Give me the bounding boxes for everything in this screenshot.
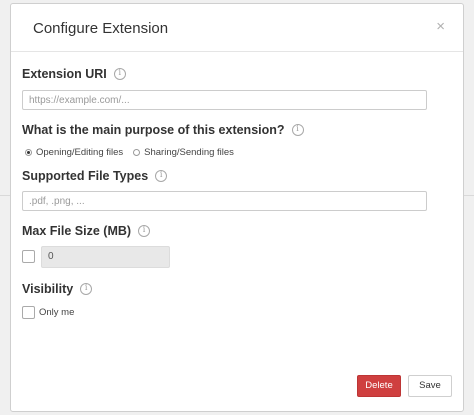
info-icon[interactable]	[80, 283, 93, 295]
max-file-size-checkbox[interactable]	[22, 250, 35, 263]
only-me-checkbox[interactable]	[22, 306, 35, 319]
save-button[interactable]: Save	[408, 375, 452, 397]
info-icon[interactable]	[138, 225, 151, 237]
dialog-header: Configure Extension ×	[11, 4, 463, 52]
extension-uri-label: Extension URI	[22, 67, 126, 81]
radio-sharing-sending-label[interactable]: Sharing/Sending files	[144, 147, 234, 158]
purpose-label-text: What is the main purpose of this extensi…	[22, 123, 285, 137]
extension-uri-label-text: Extension URI	[22, 67, 107, 81]
info-icon[interactable]	[291, 124, 304, 136]
radio-opening-editing-label[interactable]: Opening/Editing files	[36, 147, 123, 158]
max-file-size-label-text: Max File Size (MB)	[22, 224, 132, 238]
file-types-label: Supported File Types	[22, 169, 168, 183]
info-icon[interactable]	[155, 170, 168, 182]
configure-extension-dialog: Configure Extension × Extension URI What…	[10, 3, 464, 412]
dialog-title: Configure Extension	[33, 20, 169, 37]
visibility-label: Visibility	[22, 282, 93, 296]
file-types-label-text: Supported File Types	[22, 169, 149, 183]
only-me-label[interactable]: Only me	[39, 307, 74, 318]
purpose-label: What is the main purpose of this extensi…	[22, 123, 304, 137]
radio-sharing-sending[interactable]	[133, 149, 141, 156]
extension-uri-input[interactable]	[22, 90, 427, 110]
file-types-input[interactable]	[22, 191, 427, 211]
visibility-label-text: Visibility	[22, 282, 74, 296]
max-file-size-input[interactable]: 0	[41, 246, 170, 268]
close-icon[interactable]: ×	[436, 18, 445, 36]
delete-button[interactable]: Delete	[357, 375, 401, 397]
max-file-size-label: Max File Size (MB)	[22, 224, 151, 238]
purpose-radio-group: Opening/Editing files Sharing/Sending fi…	[25, 147, 234, 158]
radio-opening-editing[interactable]	[25, 149, 32, 156]
info-icon[interactable]	[113, 68, 126, 80]
